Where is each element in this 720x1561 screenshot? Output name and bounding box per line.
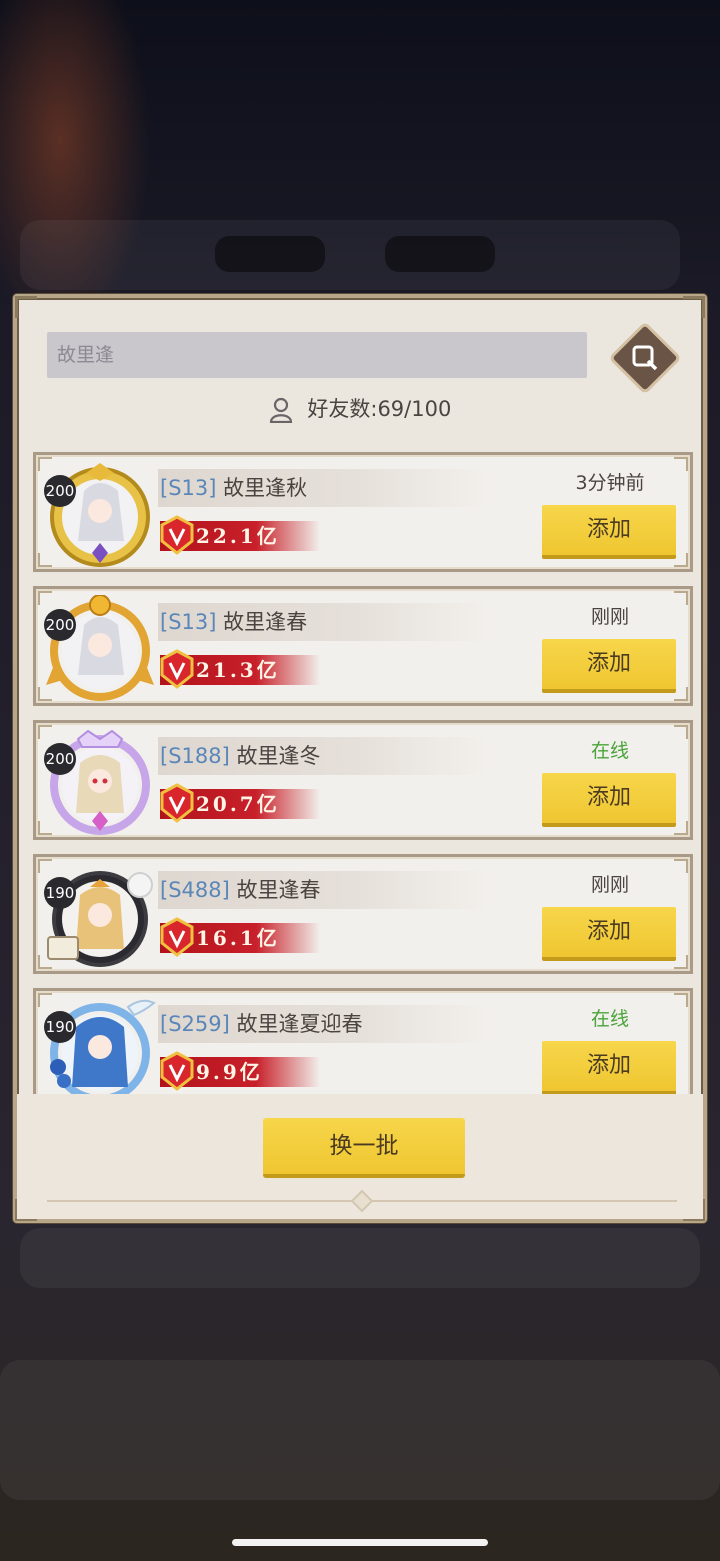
online-status: 刚刚 [590,606,629,628]
combat-power-icon [160,515,194,555]
bg-bar [20,1228,700,1288]
corner-ornament [15,296,37,318]
server-tag: [S259] [160,1012,230,1036]
online-status: 3分钟前 [575,472,645,494]
combat-power: 22.1亿 [196,524,280,548]
level-badge: 200 [44,609,76,641]
player-name: 故里逢秋 [223,476,308,500]
card-corner [674,955,688,969]
add-friend-button[interactable]: 添加 [542,773,676,827]
home-indicator[interactable] [232,1539,488,1546]
card-corner [674,687,688,701]
player-name: 故里逢夏迎春 [236,1012,363,1036]
combat-power: 21.3亿 [196,658,280,682]
add-friend-button[interactable]: 添加 [542,907,676,961]
footer-ornament [350,1189,374,1213]
list-item: 190 [S259] 故里逢夏迎春 9.9亿 在线 添加 [33,988,693,1094]
bg-bar [20,220,680,290]
player-name: 故里逢春 [223,610,308,634]
card-corner [674,821,688,835]
combat-power-icon [160,917,194,957]
friend-count-value: 69/100 [377,397,452,421]
player-name: 故里逢冬 [236,744,321,768]
level-badge: 190 [44,1011,76,1043]
user-icon [269,397,292,423]
refresh-batch-button[interactable]: 换一批 [263,1118,465,1178]
combat-power-icon [160,783,194,823]
list-item: 190 [S488] 故里逢春 16.1亿 刚刚 添加 [33,854,693,974]
bg-tab [385,236,495,272]
friend-count-label: 好友数: [307,397,378,421]
combat-power: 16.1亿 [196,926,280,950]
bg-tab [215,236,325,272]
player-name: 故里逢春 [236,878,321,902]
player-server-name: [S13] 故里逢春 [160,607,307,637]
search-icon [632,345,658,371]
level-badge: 200 [44,475,76,507]
combat-power: 9.9亿 [196,1060,263,1084]
server-tag: [S13] [160,610,217,634]
corner-ornament [683,296,705,318]
combat-power: 20.7亿 [196,792,280,816]
add-friend-button[interactable]: 添加 [542,1041,676,1094]
combat-power-icon [160,1051,194,1091]
add-friend-button[interactable]: 添加 [542,505,676,559]
player-server-name: [S188] 故里逢冬 [160,741,321,771]
list-item: 200 [S13] 故里逢秋 22.1亿 3分钟前 添加 [33,452,693,572]
combat-power-icon [160,649,194,689]
player-server-name: [S488] 故里逢春 [160,875,321,905]
player-server-name: [S13] 故里逢秋 [160,473,307,503]
online-status: 刚刚 [590,874,629,896]
server-tag: [S188] [160,744,230,768]
server-tag: [S488] [160,878,230,902]
friend-list[interactable]: 200 [S13] 故里逢秋 22.1亿 3分钟前 添加 200 [S13] 故… [29,450,693,1094]
list-item: 200 [S13] 故里逢春 21.3亿 刚刚 添加 [33,586,693,706]
search-button[interactable] [608,321,682,395]
add-friend-button[interactable]: 添加 [542,639,676,693]
friend-count: 好友数:69/100 [17,394,703,424]
player-server-name: [S259] 故里逢夏迎春 [160,1009,363,1039]
search-input[interactable]: 故里逢 [47,332,587,378]
online-status: 在线 [590,740,629,762]
level-badge: 190 [44,877,76,909]
server-tag: [S13] [160,476,217,500]
level-badge: 200 [44,743,76,775]
list-item: 200 [S188] 故里逢冬 20.7亿 在线 添加 [33,720,693,840]
add-friend-dialog: 故里逢 好友数:69/100 200 [S13] 故里逢秋 22.1亿 3分钟前… [13,294,707,1223]
dialog-footer: 换一批 [17,1094,703,1219]
card-corner [674,553,688,567]
online-status: 在线 [590,1008,629,1030]
bg-bar [0,1360,720,1500]
